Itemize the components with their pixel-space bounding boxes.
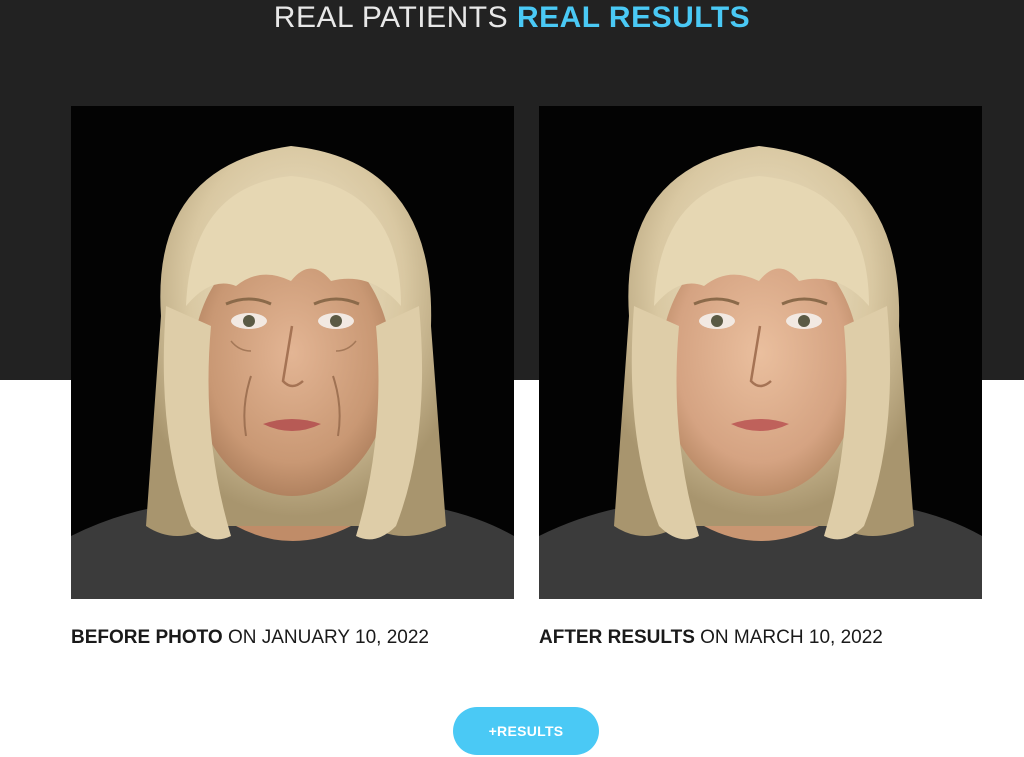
results-section: REAL PATIENTS REAL RESULTS BEFORE PHOTO …: [0, 0, 1024, 757]
section-heading: REAL PATIENTS REAL RESULTS: [0, 0, 1024, 36]
after-photo: [539, 106, 982, 599]
after-portrait-image: [539, 146, 982, 599]
after-caption-label: AFTER RESULTS: [539, 627, 695, 648]
before-photo: [71, 106, 514, 599]
before-portrait-image: [71, 146, 514, 599]
after-caption: AFTER RESULTS ON MARCH 10, 2022: [539, 626, 883, 650]
heading-accent-text: REAL RESULTS: [516, 1, 751, 34]
more-results-button[interactable]: +RESULTS: [453, 707, 599, 755]
before-caption-label: BEFORE PHOTO: [71, 627, 223, 648]
before-caption: BEFORE PHOTO ON JANUARY 10, 2022: [71, 626, 429, 650]
after-caption-date: ON MARCH 10, 2022: [694, 627, 883, 648]
heading-light-text: REAL PATIENTS: [273, 1, 509, 34]
before-caption-date: ON JANUARY 10, 2022: [222, 627, 429, 648]
